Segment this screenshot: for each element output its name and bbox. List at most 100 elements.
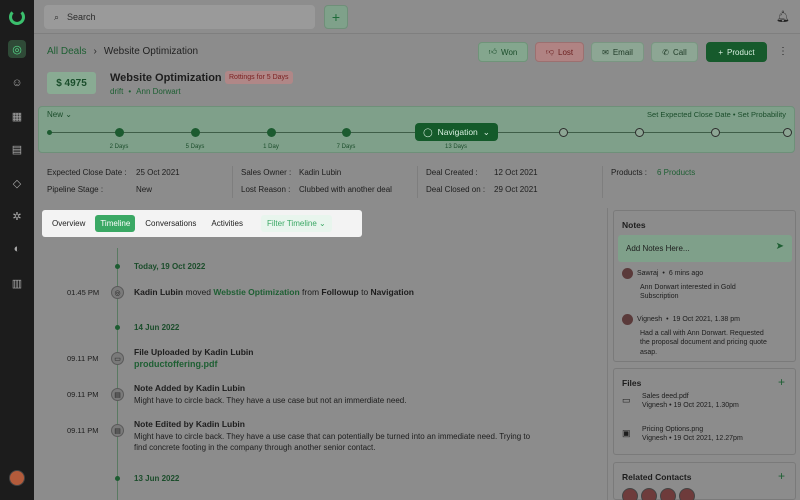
products-icon[interactable]: ◇ bbox=[8, 174, 26, 192]
avatar[interactable] bbox=[622, 488, 638, 500]
timeline-date-dot bbox=[115, 476, 120, 481]
dot-separator: • bbox=[666, 316, 669, 323]
file-item[interactable]: ▣ Pricing Options.png Vignesh • 19 Oct 2… bbox=[622, 426, 743, 442]
info-value: Clubbed with another deal bbox=[299, 185, 392, 194]
top-bar: ⌕ Search + 🔔︎ bbox=[34, 0, 800, 34]
add-contact-icon[interactable]: + bbox=[778, 469, 785, 483]
add-file-icon[interactable]: + bbox=[778, 375, 785, 389]
note-text: Had a call with Ann Dorwart. Requested bbox=[640, 330, 764, 337]
deals-icon[interactable]: ◎ bbox=[8, 40, 26, 58]
deal-contact-link[interactable]: Ann Dorwart bbox=[136, 87, 180, 96]
event-from: from bbox=[302, 287, 320, 297]
avatar[interactable] bbox=[641, 488, 657, 500]
lost-button[interactable]: 👎︎ Lost bbox=[535, 42, 584, 62]
pipeline-links: Set Expected Close Date • Set Probabilit… bbox=[647, 110, 786, 119]
related-contacts-title: Related Contacts bbox=[622, 472, 692, 482]
conversations-icon[interactable]: ◐ bbox=[8, 240, 26, 258]
file-meta: Vignesh • 19 Oct 2021, 12.27pm bbox=[642, 435, 743, 442]
set-close-date-link[interactable]: Set Expected Close Date bbox=[647, 110, 731, 119]
current-stage-pill[interactable]: ◯ Navigation ⌄ bbox=[415, 123, 498, 141]
rotting-badge: Rottings for 5 Days bbox=[225, 71, 293, 84]
dot-separator: • bbox=[662, 270, 665, 277]
related-contacts-card: Related Contacts + bbox=[613, 462, 796, 500]
reports-icon[interactable]: ▥ bbox=[8, 274, 26, 292]
pipeline-stage-label: New bbox=[47, 110, 64, 119]
file-link[interactable]: productoffering.pdf bbox=[134, 359, 217, 369]
company-icon[interactable]: ▦ bbox=[8, 107, 26, 125]
user-avatar[interactable] bbox=[9, 470, 25, 486]
contacts-icon[interactable]: ☺ bbox=[8, 74, 26, 92]
event-time: 01.45 PM bbox=[67, 288, 100, 297]
won-button[interactable]: 👍︎ Won bbox=[478, 42, 528, 62]
breadcrumb-all-deals[interactable]: All Deals bbox=[47, 46, 86, 57]
plus-icon: + bbox=[718, 47, 724, 57]
email-button[interactable]: ✉ Email bbox=[591, 42, 644, 62]
pipeline-duration: 5 Days bbox=[185, 144, 205, 150]
pipeline-node[interactable] bbox=[267, 128, 276, 137]
note-icon: ▤ bbox=[111, 424, 124, 437]
note-author: Sawraj bbox=[637, 270, 659, 277]
more-options-icon[interactable]: ⋮ bbox=[778, 46, 788, 57]
event-note-text: find concrete footing in the company thr… bbox=[134, 443, 376, 452]
tab-overview[interactable]: Overview bbox=[47, 215, 90, 232]
info-label: Expected Close Date : bbox=[47, 168, 127, 177]
event-deal-link[interactable]: Webstie Optimization bbox=[213, 287, 299, 297]
tab-timeline[interactable]: Timeline bbox=[95, 215, 136, 232]
note-author: Vignesh bbox=[637, 316, 663, 323]
quick-add-button[interactable]: + bbox=[324, 5, 348, 29]
contact-avatars bbox=[622, 488, 695, 500]
notes-input[interactable]: Add Notes Here... ➤ bbox=[618, 235, 792, 262]
breadcrumb-current: Website Optimization bbox=[103, 46, 199, 57]
calendar-icon[interactable]: ▤ bbox=[8, 140, 26, 158]
tab-bar: Overview Timeline Conversations Activiti… bbox=[42, 210, 362, 237]
files-card: Files + ▭ Sales deed.pdf Vignesh • 19 Oc… bbox=[613, 368, 796, 455]
pipeline-node[interactable] bbox=[635, 128, 644, 137]
filter-timeline-dropdown[interactable]: Filter Timeline ⌄ bbox=[260, 215, 332, 232]
event-note-text: Might have to circle back. They have a u… bbox=[134, 432, 531, 441]
event-stage-to: Navigation bbox=[370, 287, 414, 297]
timeline-date: 13 Jun 2022 bbox=[134, 474, 180, 483]
event-stage-from: Followup bbox=[321, 287, 359, 297]
settings-icon[interactable]: ✲ bbox=[8, 207, 26, 225]
call-button[interactable]: ✆ Call bbox=[651, 42, 698, 62]
info-label: Deal Closed on : bbox=[426, 185, 486, 194]
avatar[interactable] bbox=[679, 488, 695, 500]
image-icon: ▣ bbox=[622, 428, 631, 438]
stage-change-icon: ◎ bbox=[111, 286, 124, 299]
add-product-button[interactable]: + Product bbox=[706, 42, 767, 62]
send-icon[interactable]: ➤ bbox=[776, 241, 784, 252]
search-input[interactable]: ⌕ Search bbox=[44, 5, 315, 29]
file-item[interactable]: ▭ Sales deed.pdf Vignesh • 19 Oct 2021, … bbox=[622, 393, 739, 409]
avatar bbox=[622, 268, 633, 279]
file-icon: ▭ bbox=[111, 352, 124, 365]
products-link[interactable]: 6 Products bbox=[657, 168, 695, 177]
note-text: asap. bbox=[640, 348, 658, 356]
deal-subtitle: drift • Ann Dorwart bbox=[110, 87, 181, 96]
bell-icon[interactable]: 🔔︎ bbox=[776, 10, 790, 23]
pipeline-duration: 2 Days bbox=[109, 144, 129, 150]
avatar[interactable] bbox=[660, 488, 676, 500]
deal-amount: $ 4975 bbox=[47, 72, 96, 94]
pipeline-node[interactable] bbox=[115, 128, 124, 137]
notes-title: Notes bbox=[622, 220, 646, 230]
app-logo-icon[interactable] bbox=[9, 9, 25, 25]
pipeline-node[interactable] bbox=[342, 128, 351, 137]
left-rail: ◎ ☺ ▦ ▤ ◇ ✲ ◐ ▥ bbox=[0, 0, 34, 500]
pipeline-node[interactable] bbox=[559, 128, 568, 137]
set-probability-link[interactable]: Set Probability bbox=[738, 110, 786, 119]
tab-activities[interactable]: Activities bbox=[206, 215, 248, 232]
info-label: Deal Created : bbox=[426, 168, 478, 177]
pipeline-node[interactable] bbox=[711, 128, 720, 137]
pipeline-select[interactable]: New ⌄ bbox=[47, 110, 72, 119]
tab-conversations[interactable]: Conversations bbox=[140, 215, 201, 232]
deal-source: drift bbox=[110, 87, 124, 96]
pipeline-node[interactable] bbox=[783, 128, 792, 137]
info-value: 29 Oct 2021 bbox=[494, 185, 538, 194]
thumbs-up-icon: 👍︎ bbox=[488, 47, 498, 56]
pipeline-node[interactable] bbox=[191, 128, 200, 137]
dot-separator: • bbox=[128, 87, 132, 96]
mail-icon: ✉ bbox=[602, 47, 609, 57]
event-title: Note Added by Kadin Lubin bbox=[134, 383, 246, 393]
divider bbox=[602, 166, 603, 198]
note-item: Sawraj • 6 mins ago Ann Dorwart interested… bbox=[622, 268, 787, 302]
